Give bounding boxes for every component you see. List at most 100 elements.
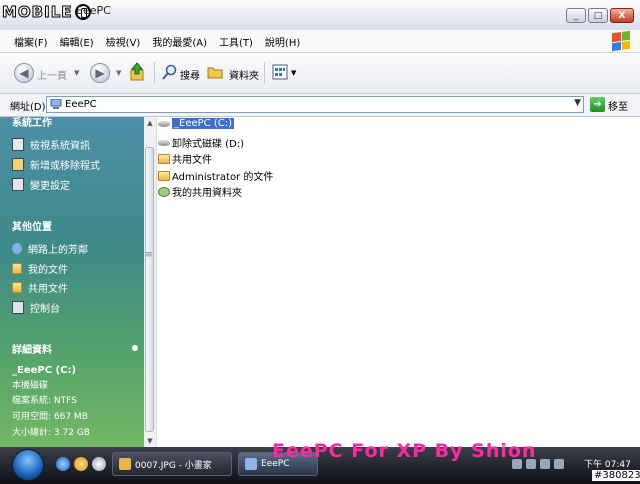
system-info-icon (12, 138, 24, 151)
scroll-down-icon[interactable]: ▼ (144, 435, 156, 447)
back-dropdown-icon[interactable]: ▼ (74, 69, 79, 77)
address-dropdown-icon[interactable]: ▼ (574, 98, 581, 108)
menu-bar: 檔案(F) 編輯(E) 檢視(V) 我的最愛(A) 工具(T) 說明(H) (0, 30, 640, 53)
place-control-panel[interactable]: 控制台 (12, 300, 60, 315)
scroll-thumb[interactable] (145, 147, 154, 432)
details-header[interactable]: 詳細資料 (12, 341, 52, 356)
go-button-label[interactable]: 移至 (608, 98, 628, 113)
my-documents-icon (12, 263, 22, 274)
task-label: 變更設定 (30, 181, 70, 192)
folders-button-label[interactable]: 資料夾 (229, 67, 259, 82)
folders-icon[interactable] (207, 64, 223, 80)
computer-icon (245, 458, 257, 470)
paint-icon (119, 458, 131, 470)
details-free-space: 可用空間: 667 MB (12, 412, 88, 422)
back-arrow-icon[interactable]: ◀ (14, 63, 34, 83)
file-label: Administrator 的文件 (172, 172, 274, 183)
address-value: EeePC (65, 99, 97, 110)
menu-help[interactable]: 說明(H) (259, 34, 306, 49)
place-label: 網路上的芳鄰 (28, 245, 88, 256)
scroll-grip-icon: ≡ (145, 250, 153, 260)
ie-icon[interactable] (56, 457, 70, 471)
toolbar-separator (154, 62, 155, 84)
tray-language-icon[interactable] (554, 459, 564, 469)
up-folder-icon[interactable] (130, 62, 144, 82)
file-item-admin-documents[interactable]: Administrator 的文件 (158, 168, 273, 183)
other-places-header[interactable]: 其他位置 (12, 218, 52, 233)
toolbar-separator (264, 62, 265, 84)
place-label: 控制台 (30, 304, 60, 315)
toolbar: ◀ 上一頁 ▼ ▶ ▼ 搜尋 資料夾 ▼ (0, 53, 640, 94)
minimize-button[interactable]: _ (566, 8, 586, 23)
window-controls: _ □ X (564, 8, 634, 23)
file-list-pane: ▲ ≡ ▼ _EeePC (C:) 卸除式磁碟 (D:) 共用文件 Admini… (144, 117, 640, 447)
tray-volume-icon[interactable] (540, 459, 550, 469)
shared-folder-icon (158, 186, 170, 197)
network-icon (12, 243, 22, 254)
details-total-size: 大小總計: 3.72 GB (12, 428, 90, 438)
menu-favorites[interactable]: 我的最愛(A) (146, 34, 213, 49)
logo-text: MOBILE (2, 3, 73, 22)
clock[interactable]: 下午 07:47 (584, 457, 631, 470)
menu-tools[interactable]: 工具(T) (213, 34, 259, 49)
views-icon[interactable] (272, 64, 288, 80)
back-button-label[interactable]: 上一頁 (37, 67, 67, 82)
task-pane: 系統工作 檢視系統資訊 新增或移除程式 變更設定 其他位置 網路上的芳鄰 我的文… (0, 117, 144, 447)
show-desktop-icon[interactable] (92, 457, 106, 471)
removable-drive-icon (158, 139, 170, 146)
menu-file[interactable]: 檔案(F) (0, 34, 54, 49)
watermark-text: EeePC For XP By Shion (272, 440, 537, 462)
firefox-icon[interactable] (74, 457, 88, 471)
maximize-button[interactable]: □ (588, 8, 608, 23)
details-filesystem: 檔案系統: NTFS (12, 396, 77, 406)
task-paint[interactable]: 0007.JPG - 小畫家 (112, 452, 232, 476)
views-dropdown-icon[interactable]: ▼ (291, 69, 296, 77)
details-name: _EeePC (C:) (12, 365, 77, 376)
file-item-my-shared-folder[interactable]: 我的共用資料夾 (158, 184, 242, 199)
file-label: 共用文件 (172, 155, 212, 166)
file-item-drive-c[interactable]: _EeePC (C:) (158, 118, 234, 129)
file-label: 我的共用資料夾 (172, 188, 242, 199)
search-icon[interactable] (162, 64, 178, 80)
address-label: 網址(D) (10, 102, 46, 113)
computer-icon (50, 98, 62, 110)
vertical-scrollbar[interactable]: ▲ ≡ ▼ (144, 117, 157, 447)
address-input[interactable]: EeePC ▼ (46, 96, 584, 113)
folder-icon (158, 170, 170, 181)
task-view-system-info[interactable]: 檢視系統資訊 (12, 137, 90, 152)
drive-icon (158, 120, 170, 127)
go-arrow-icon[interactable]: ➔ (590, 97, 605, 112)
window-title: EeePC (76, 4, 111, 17)
menu-edit[interactable]: 編輯(E) (54, 34, 100, 49)
file-label: 卸除式磁碟 (D:) (172, 139, 245, 150)
title-bar[interactable]: MOBILE EeePC _ □ X (0, 0, 640, 30)
task-label: 檢視系統資訊 (30, 141, 90, 152)
address-bar: 網址(D) EeePC ▼ ➔ 移至 (0, 94, 640, 117)
task-add-remove-programs[interactable]: 新增或移除程式 (12, 157, 100, 172)
start-orb-icon[interactable] (12, 449, 44, 481)
windows-flag-icon (612, 30, 630, 52)
close-button[interactable]: X (610, 8, 634, 23)
control-panel-icon (12, 178, 24, 191)
system-tasks-header[interactable]: 系統工作 (12, 117, 52, 129)
forward-dropdown-icon[interactable]: ▼ (116, 69, 121, 77)
forward-arrow-icon[interactable]: ▶ (90, 63, 110, 83)
explorer-window: MOBILE EeePC _ □ X 檔案(F) 編輯(E) 檢視(V) 我的最… (0, 0, 640, 484)
details-collapse-icon[interactable] (132, 345, 138, 351)
place-network[interactable]: 網路上的芳鄰 (12, 241, 88, 256)
scroll-up-icon[interactable]: ▲ (144, 117, 156, 129)
place-label: 我的文件 (28, 265, 68, 276)
file-item-drive-d[interactable]: 卸除式磁碟 (D:) (158, 135, 244, 150)
place-label: 共用文件 (28, 284, 68, 295)
image-serial: #380823 (592, 470, 640, 481)
control-panel-icon (12, 301, 24, 314)
shared-documents-icon (12, 282, 22, 293)
search-button-label[interactable]: 搜尋 (180, 67, 200, 82)
task-change-settings[interactable]: 變更設定 (12, 177, 70, 192)
place-shared-documents[interactable]: 共用文件 (12, 280, 68, 295)
place-my-documents[interactable]: 我的文件 (12, 261, 68, 276)
menu-view[interactable]: 檢視(V) (100, 34, 147, 49)
file-label: _EeePC (C:) (172, 118, 234, 129)
file-item-shared-documents[interactable]: 共用文件 (158, 151, 212, 166)
task-label: 新增或移除程式 (30, 161, 100, 172)
